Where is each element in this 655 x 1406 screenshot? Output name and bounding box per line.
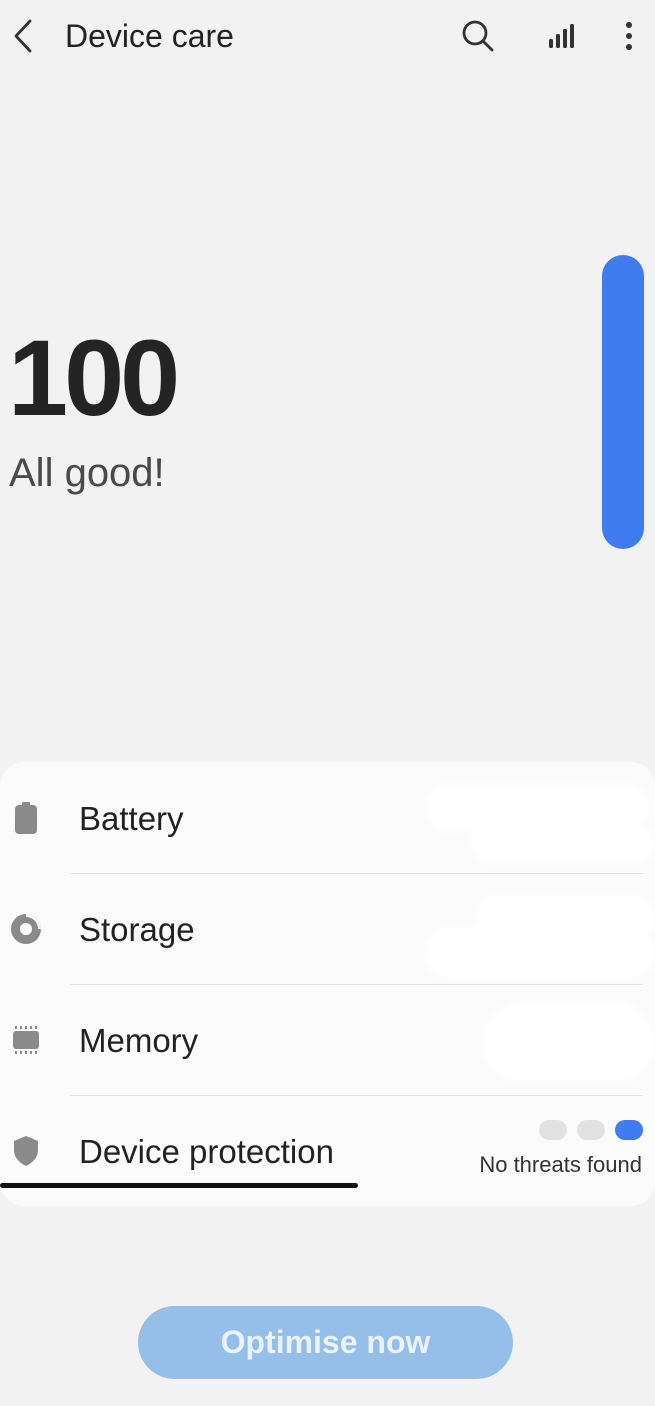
progress-dot <box>539 1120 567 1140</box>
redacted-area <box>470 822 655 864</box>
list-item-label: Device protection <box>79 1133 334 1170</box>
shield-icon <box>8 1133 44 1169</box>
search-icon <box>462 20 494 52</box>
redacted-area <box>482 1002 655 1082</box>
protection-status-text: No threats found <box>479 1152 642 1177</box>
stats-button[interactable] <box>540 14 584 58</box>
protection-progress-dots <box>539 1120 643 1140</box>
memory-chip-icon <box>8 1022 44 1058</box>
list-item-label: Battery <box>79 800 184 837</box>
list-item-label: Memory <box>79 1022 199 1059</box>
signal-bars-icon <box>549 24 574 48</box>
score-indicator-bar <box>602 255 644 549</box>
chevron-left-icon <box>14 19 32 53</box>
list-item-battery[interactable]: Battery <box>0 762 655 873</box>
back-button[interactable] <box>6 14 40 58</box>
more-vertical-icon <box>626 22 632 50</box>
more-options-button[interactable] <box>607 14 651 58</box>
page-title: Device care <box>65 18 234 54</box>
storage-pie-icon <box>8 911 44 947</box>
list-item-label: Storage <box>79 911 195 948</box>
list-item-storage[interactable]: Storage <box>0 873 655 984</box>
optimise-now-button[interactable]: Optimise now <box>138 1306 513 1379</box>
device-score: 100 <box>8 317 180 438</box>
score-status: All good! <box>9 451 165 495</box>
text-underline <box>0 1183 358 1188</box>
progress-dot <box>577 1120 605 1140</box>
battery-icon <box>8 800 44 836</box>
search-button[interactable] <box>456 14 500 58</box>
progress-dot-active <box>615 1120 643 1140</box>
app-bar: Device care <box>0 0 655 72</box>
redacted-area <box>425 925 655 981</box>
list-item-device-protection[interactable]: Device protection <box>0 1095 655 1206</box>
list-item-memory[interactable]: Memory <box>0 984 655 1095</box>
